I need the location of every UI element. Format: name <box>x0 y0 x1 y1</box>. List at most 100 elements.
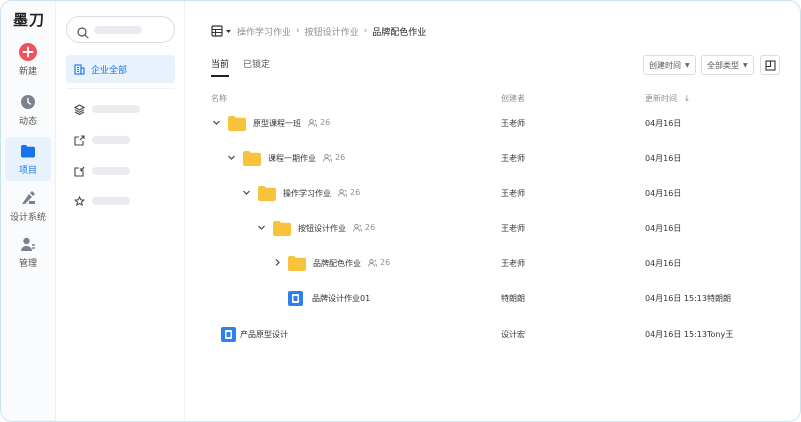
row-creator: 王老师 <box>501 189 525 198</box>
nav-activity[interactable]: 动态 <box>5 93 51 137</box>
row-updated: 04月16日 <box>645 224 682 233</box>
breadcrumb-item[interactable]: 操作学习作业 <box>237 25 291 38</box>
chevron-down-icon[interactable] <box>257 223 267 233</box>
folder-icon <box>288 256 306 275</box>
table-row[interactable]: 产品原型设计 设计宏 04月16日 15:13 Tony王 <box>186 320 800 350</box>
sort-dropdown[interactable]: 创建时间 ▼ <box>643 55 696 75</box>
admin-user-icon <box>19 235 37 253</box>
row-name: 品牌配色作业 <box>313 259 361 268</box>
row-name: 原型课程一班 <box>253 119 301 128</box>
column-header-name[interactable]: 名称 <box>211 93 227 104</box>
member-count: 26 <box>353 223 375 232</box>
members-icon <box>308 118 317 127</box>
sidebar-item-starred[interactable] <box>66 187 175 215</box>
search-placeholder <box>94 26 142 34</box>
divider <box>66 88 175 89</box>
row-creator: 设计宏 <box>501 330 525 339</box>
folder-icon <box>258 186 276 205</box>
row-updater: Tony王 <box>707 330 734 339</box>
search-input[interactable] <box>66 16 175 43</box>
sidebar-item-placeholder <box>92 167 130 175</box>
row-creator: 特朗朗 <box>501 294 525 303</box>
sidebar-item-placeholder <box>92 136 130 144</box>
members-icon <box>338 188 347 197</box>
type-dropdown-label: 全部类型 <box>707 60 739 70</box>
design-system-icon <box>19 189 37 207</box>
row-updated: 04月16日 <box>645 154 682 163</box>
sidebar-item-shared-out[interactable] <box>66 157 175 185</box>
type-dropdown[interactable]: 全部类型 ▼ <box>701 55 754 75</box>
row-updated: 04月16日 15:13 <box>645 330 707 339</box>
nav-projects[interactable]: 项目 <box>5 137 51 181</box>
member-count-value: 26 <box>365 223 376 232</box>
row-name: 产品原型设计 <box>240 330 288 339</box>
row-name: 品牌设计作业01 <box>312 294 371 303</box>
tab-current[interactable]: 当前 <box>211 57 230 77</box>
nav-new[interactable]: 新建 <box>5 43 51 87</box>
tree-toggle-icon[interactable] <box>211 25 232 37</box>
nav-design-system-label: 设计系统 <box>9 213 46 223</box>
row-creator: 王老师 <box>501 154 525 163</box>
members-icon <box>353 223 362 232</box>
member-count-value: 26 <box>350 188 361 197</box>
folder-icon <box>228 116 246 135</box>
sidebar-item-placeholder <box>92 197 130 205</box>
chevron-down-icon: ▼ <box>685 61 690 69</box>
sidebar-item-label: 企业全部 <box>91 65 128 76</box>
nav-projects-label: 项目 <box>18 166 37 176</box>
grid-view-icon <box>764 56 776 75</box>
chevron-down-icon[interactable] <box>212 118 222 128</box>
breadcrumb-item[interactable]: 按钮设计作业 <box>305 25 359 38</box>
breadcrumb-current: 品牌配色作业 <box>372 27 427 38</box>
table-row[interactable]: 品牌配色作业 26 王老师 04月16日 <box>186 249 800 279</box>
nav-admin[interactable]: 管理 <box>5 235 51 279</box>
column-header-updated[interactable]: 更新时间 ↓ <box>645 93 690 104</box>
nav-new-label: 新建 <box>18 67 37 77</box>
view-toggle-button[interactable] <box>760 55 780 75</box>
chevron-right-icon[interactable] <box>273 258 283 268</box>
prototype-file-icon <box>288 291 303 310</box>
share-in-icon <box>74 131 85 150</box>
table-row[interactable]: 按钮设计作业 26 王老师 04月16日 <box>186 214 800 244</box>
chevron-down-icon[interactable] <box>242 188 252 198</box>
table-row[interactable]: 课程一期作业 26 王老师 04月16日 <box>186 144 800 174</box>
row-updater: 特朗朗 <box>707 294 731 303</box>
share-out-icon <box>74 162 85 181</box>
sort-dropdown-label: 创建时间 <box>649 60 681 70</box>
chevron-down-icon: ▼ <box>743 61 748 69</box>
table-row[interactable]: 品牌设计作业01 特朗朗 04月16日 15:13 特朗朗 <box>186 284 800 314</box>
breadcrumb-separator-icon: › <box>363 26 368 36</box>
nav-admin-label: 管理 <box>18 259 37 269</box>
sort-arrow-icon: ↓ <box>683 94 691 103</box>
table-row[interactable]: 操作学习作业 26 王老师 04月16日 <box>186 179 800 209</box>
row-name: 按钮设计作业 <box>298 224 346 233</box>
row-creator: 王老师 <box>501 259 525 268</box>
member-count: 26 <box>323 153 345 162</box>
prototype-file-icon <box>221 327 236 346</box>
row-updated: 04月16日 15:13 <box>645 294 707 303</box>
row-updated: 04月16日 <box>645 189 682 198</box>
chevron-down-icon[interactable] <box>227 153 237 163</box>
sidebar-item-enterprise-all[interactable]: 企业全部 <box>66 55 175 83</box>
member-count: 26 <box>338 188 360 197</box>
table-row[interactable]: 原型课程一班 26 王老师 04月16日 <box>186 109 800 139</box>
member-count: 26 <box>308 118 330 127</box>
building-icon <box>74 60 85 79</box>
nav-activity-label: 动态 <box>18 117 37 127</box>
primary-nav: 墨刀 新建 动态 项目 设计系统 管理 <box>1 1 56 421</box>
row-creator: 王老师 <box>501 119 525 128</box>
tab-locked[interactable]: 已锁定 <box>243 57 270 77</box>
nav-design-system[interactable]: 设计系统 <box>5 189 51 233</box>
folder-icon <box>273 221 291 240</box>
sidebar-item-shared-in[interactable] <box>66 126 175 154</box>
members-icon <box>323 153 332 162</box>
column-header-updated-label: 更新时间 <box>645 94 677 103</box>
row-name: 课程一期作业 <box>268 154 316 163</box>
sidebar-item-placeholder <box>92 105 140 113</box>
folder-icon <box>19 142 37 160</box>
column-header-creator[interactable]: 创建者 <box>501 93 525 104</box>
member-count: 26 <box>368 258 390 267</box>
main-content: 操作学习作业 › 按钮设计作业 › 品牌配色作业 当前 已锁定 创建时间 ▼ 全部… <box>186 1 800 421</box>
clock-icon <box>19 93 37 111</box>
sidebar-item-layers[interactable] <box>66 95 175 123</box>
